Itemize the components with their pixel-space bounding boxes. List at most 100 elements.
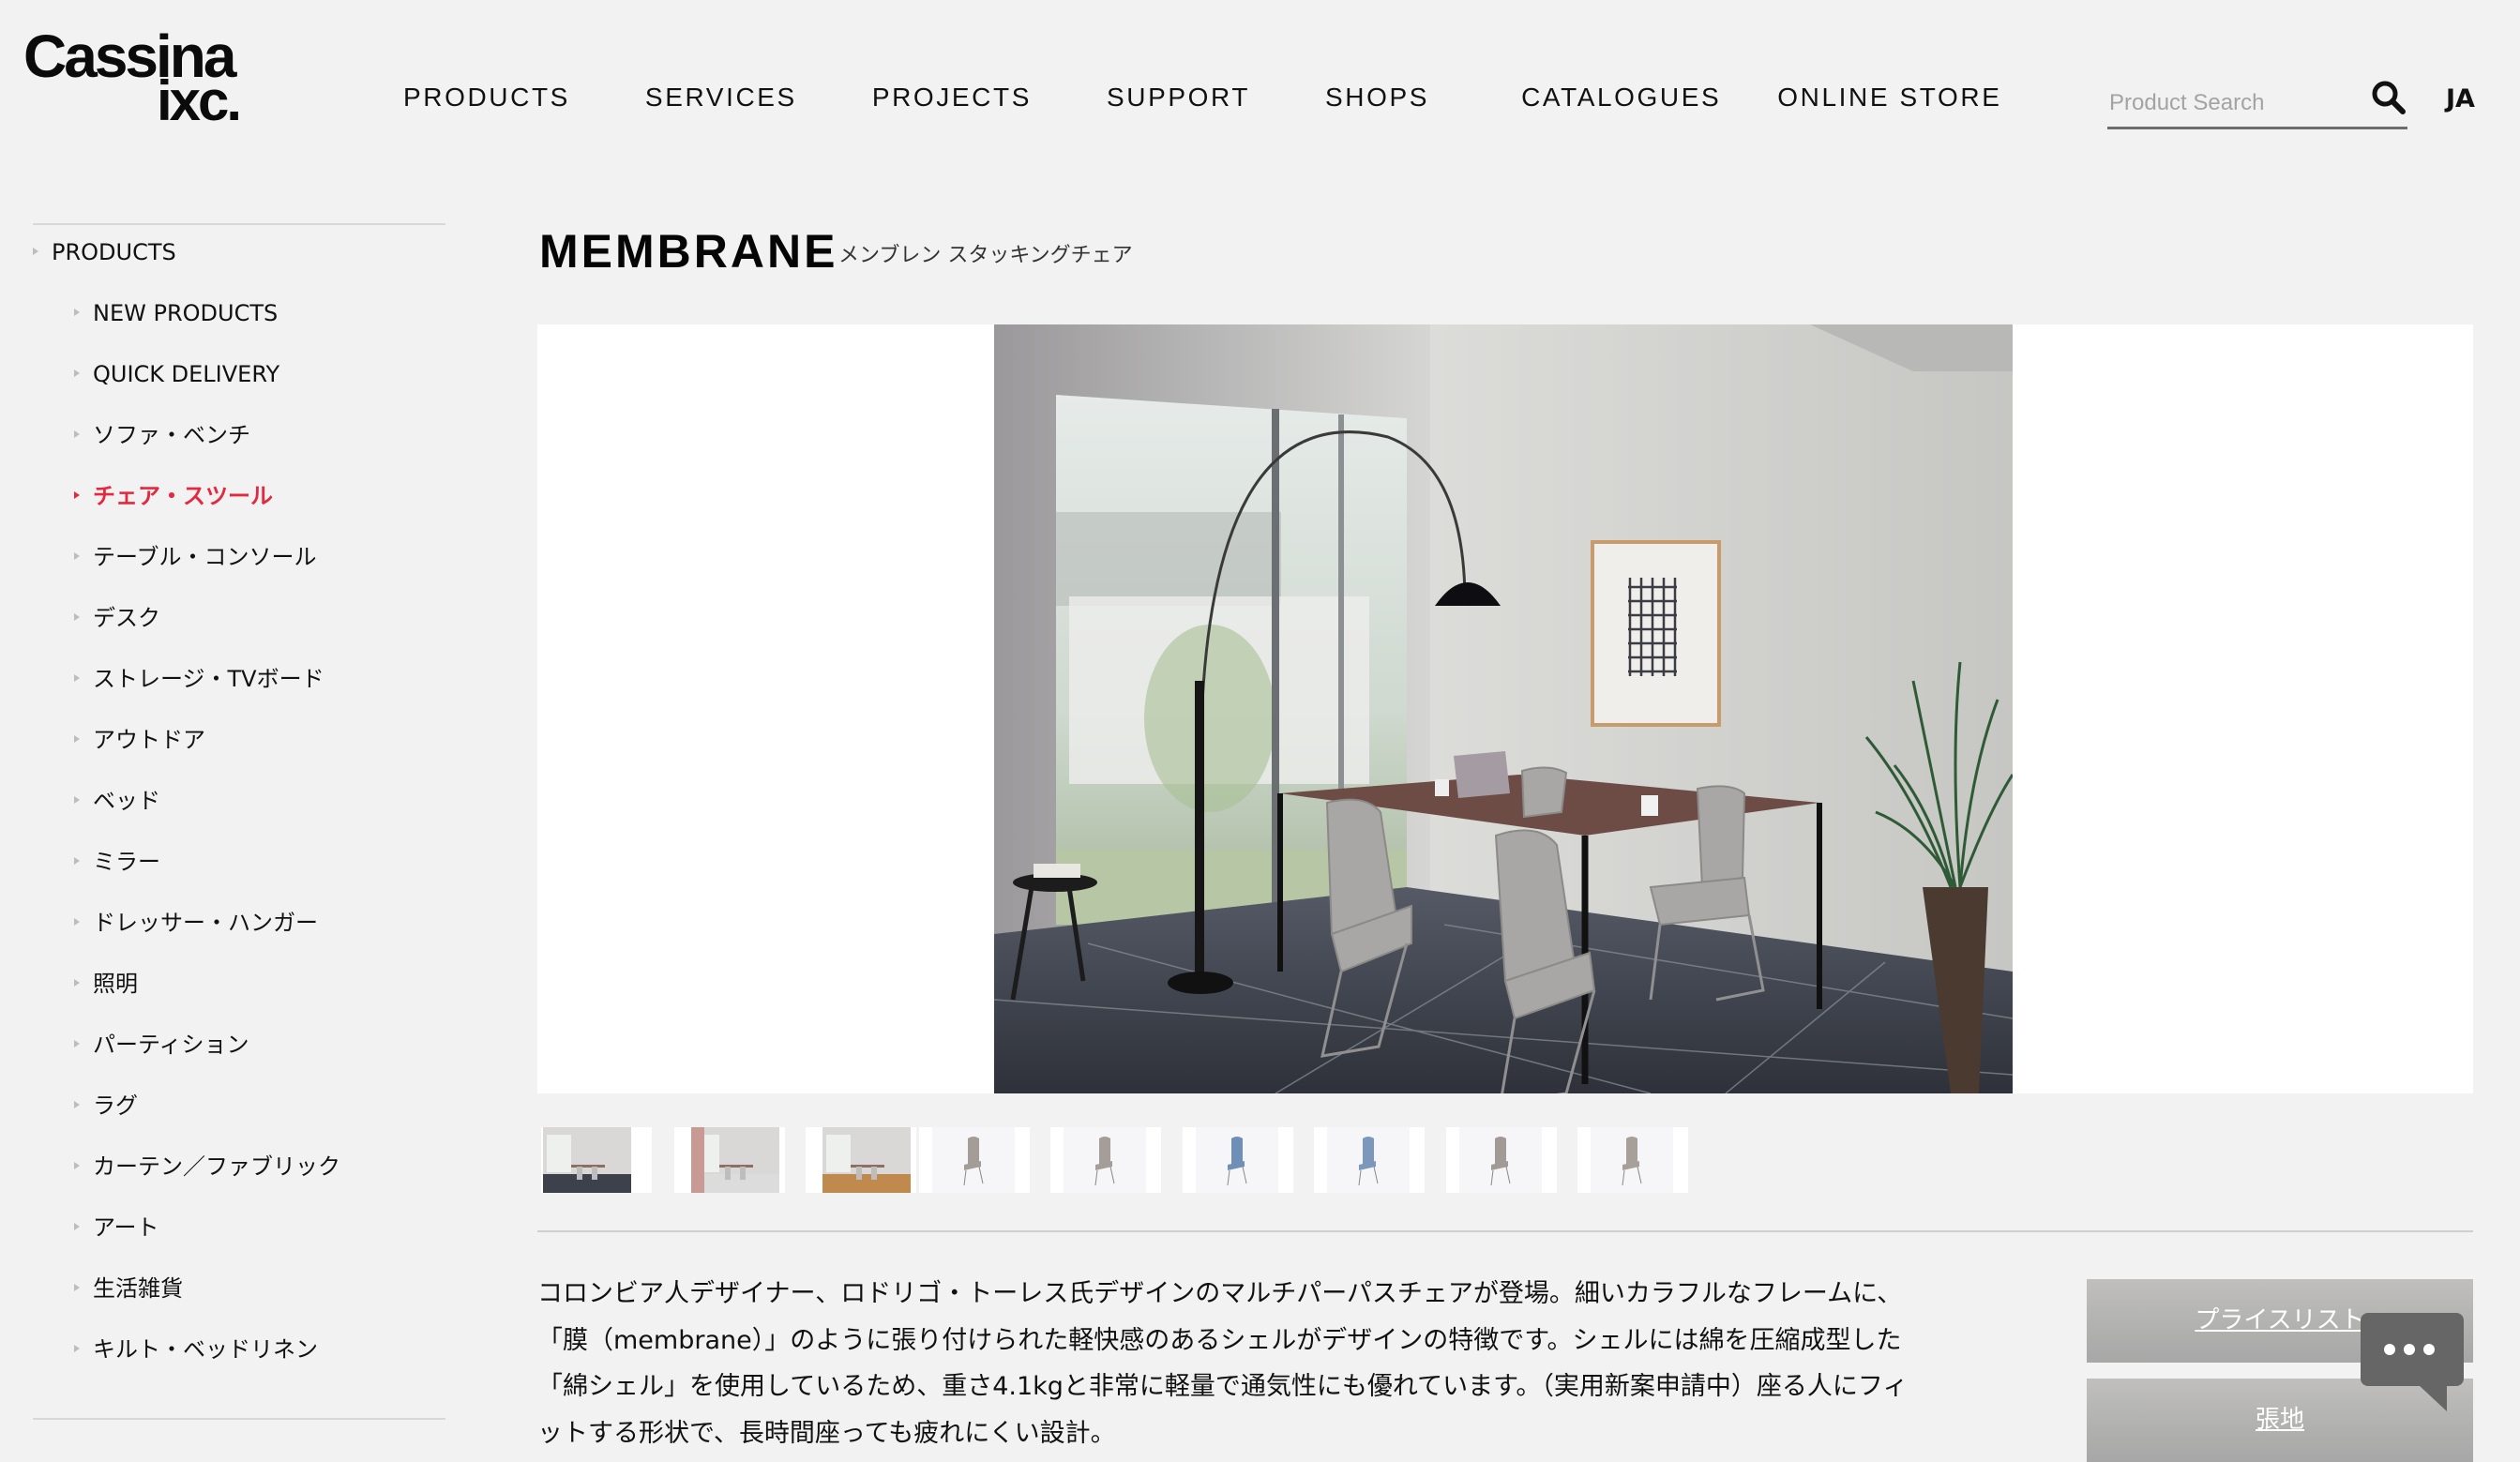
sidebar-item-label: QUICK DELIVERY [93,361,280,387]
thumbnail-image [1591,1127,1673,1193]
sidebar-item-label: ソファ・ベンチ [93,422,250,448]
sidebar-item-label: ミラー [93,849,160,875]
search-icon[interactable] [2370,79,2407,116]
sidebar-item-label: デスク [93,605,160,631]
sidebar-item[interactable]: カーテン／ファブリック [74,1153,340,1181]
sidebar-item-label: アート [93,1214,159,1241]
sidebar-item[interactable]: ベッド [74,787,160,815]
product-thumbnail[interactable] [1577,1127,1688,1193]
product-search-input[interactable] [2107,83,2355,123]
thumbnail-image [543,1127,631,1193]
bullet-arrow-icon [74,1162,80,1169]
sidebar-item-label: NEW PRODUCTS [93,300,279,326]
sidebar-category-nav: PRODUCTS NEW PRODUCTS QUICK DELIVERY ソファ・ベ… [33,223,445,1420]
bullet-arrow-icon [33,248,38,255]
bullet-arrow-icon [74,1223,80,1230]
thumbnail-image [1459,1127,1542,1193]
sidebar-item-label: ラグ [93,1093,138,1119]
bullet-arrow-icon [74,979,80,987]
nav-shops[interactable]: SHOPS [1325,79,1429,116]
description-line: 「膜（membrane）」のように張り付けられた軽快感のあるシェルがデザインの特… [537,1325,1902,1355]
sidebar-item[interactable]: ストレージ・TVボード [74,665,324,693]
sidebar-item-label: キルト・ベッドリネン [93,1336,318,1363]
description-line: コロンビア人デザイナー、ロドリゴ・トーレス氏デザインのマルチパーパスチェアが登場… [537,1279,1903,1308]
main-image-stage [537,324,2473,1093]
sidebar-item-label: ドレッサー・ハンガー [93,910,318,936]
description-line: ットする形状で、長時間座っても疲れにくい設計。 [537,1418,1116,1448]
sidebar-item[interactable]: ソファ・ベンチ [74,421,250,449]
description-line: 「綿シェル」を使用しているため、重さ4.1kgと非常に軽量で通気性にも優れていま… [537,1372,1909,1401]
sidebar-item-label: テーブル・コンソール [93,544,317,570]
bullet-arrow-icon [74,1284,80,1291]
sidebar-bottom-divider [33,1418,445,1420]
sidebar-item[interactable]: アート [74,1213,159,1242]
thumbnail-image [822,1127,911,1193]
sidebar-item[interactable]: アウトドア [74,726,205,754]
sidebar-item-label: アウトドア [93,727,205,753]
product-subtitle: メンブレン スタッキングチェア [838,244,1133,267]
main-product-photo[interactable] [994,324,2013,1093]
sidebar-item[interactable]: ドレッサー・ハンガー [74,909,318,937]
sidebar-item[interactable]: パーティション [74,1031,249,1059]
thumbnail-image [1064,1127,1146,1193]
sidebar-top-divider [33,223,445,225]
sidebar-item-label: 照明 [93,971,138,997]
thumbnail-image [691,1127,779,1193]
product-thumbnail[interactable] [1446,1127,1557,1193]
sidebar-item[interactable]: キルト・ベッドリネン [74,1335,318,1364]
bullet-arrow-icon [74,1345,80,1352]
sidebar-item-label: チェア・スツール [93,483,273,509]
sidebar-item[interactable]: QUICK DELIVERY [74,360,279,388]
sidebar-item-label: PRODUCTS [52,239,176,265]
thumbnail-image [1196,1127,1278,1193]
bullet-arrow-icon [74,552,80,560]
sidebar-item[interactable]: 生活雑貨 [74,1274,183,1303]
sidebar-item[interactable]: デスク [74,604,160,632]
nav-services[interactable]: SERVICES [645,79,797,116]
language-switch[interactable]: JA [2446,81,2475,118]
nav-products[interactable]: PRODUCTS [403,79,570,116]
bullet-arrow-icon [74,309,80,316]
bullet-arrow-icon [74,613,80,621]
global-nav: PRODUCTS SERVICES PROJECTS SUPPORT SHOPS… [403,79,2001,116]
bullet-arrow-icon [74,369,80,377]
bullet-arrow-icon [74,1101,80,1108]
sidebar-item[interactable]: チェア・スツール [74,482,273,510]
sidebar-item[interactable]: NEW PRODUCTS [74,299,278,327]
nav-online-store[interactable]: ONLINE STORE [1777,79,2001,116]
product-thumbnail[interactable] [919,1127,1030,1193]
sidebar-item[interactable]: テーブル・コンソール [74,543,317,571]
sidebar-item-label: パーティション [93,1032,249,1058]
thumbnail-image [1327,1127,1410,1193]
sidebar-item[interactable]: 照明 [74,970,138,998]
chat-bubble-icon[interactable] [2361,1313,2464,1416]
bullet-arrow-icon [74,796,80,804]
sidebar-item-products[interactable]: PRODUCTS [33,238,176,266]
bullet-arrow-icon [74,430,80,438]
bullet-arrow-icon [74,674,80,682]
bullet-arrow-icon [74,735,80,743]
thumbnail-image [932,1127,1015,1193]
product-thumbnail[interactable] [1314,1127,1425,1193]
product-search [2107,80,2407,129]
product-thumbnail[interactable] [541,1127,652,1193]
bullet-arrow-icon [74,491,80,499]
product-description: コロンビア人デザイナー、ロドリゴ・トーレス氏デザインのマルチパーパスチェアが登場… [537,1271,2000,1456]
product-thumbnail[interactable] [1050,1127,1161,1193]
sidebar-item-label: 生活雑貨 [93,1275,183,1302]
sidebar-item[interactable]: ミラー [74,848,160,876]
sidebar-item-label: カーテン／ファブリック [93,1153,340,1180]
nav-support[interactable]: SUPPORT [1107,79,1250,116]
cassina-ixc-logo[interactable]: Cassina ixc. [23,26,249,129]
product-thumbnail[interactable] [806,1127,916,1193]
sidebar-item-label: ベッド [93,788,160,814]
nav-catalogues[interactable]: CATALOGUES [1521,79,1721,116]
logo-text-line2: ixc. [157,69,242,132]
sidebar-item[interactable]: ラグ [74,1092,138,1120]
sidebar-item-label: ストレージ・TVボード [93,666,324,692]
nav-projects[interactable]: PROJECTS [872,79,1032,116]
bullet-arrow-icon [74,918,80,926]
product-thumbnail[interactable] [1183,1127,1293,1193]
bullet-arrow-icon [74,857,80,865]
product-thumbnail[interactable] [674,1127,785,1193]
